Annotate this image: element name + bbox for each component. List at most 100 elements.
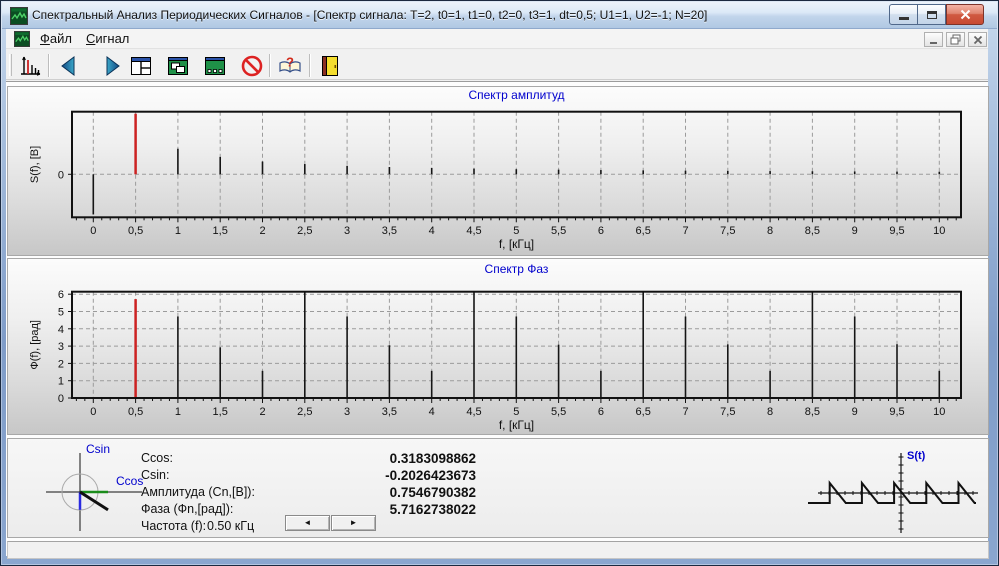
mdi-minimize-button[interactable]: [924, 32, 943, 47]
x-tick-label: 8,5: [805, 225, 820, 237]
x-tick-label: 10: [933, 225, 945, 237]
ccos-label: Ccos:: [141, 451, 173, 465]
y-tick-label: 4: [58, 324, 64, 336]
arrange-icons-button[interactable]: [202, 53, 227, 78]
ccos-value: 0.3183098862: [389, 451, 476, 466]
arrange-icons-icon: [204, 56, 225, 75]
x-tick-label: 3,5: [382, 406, 397, 418]
amplitude-value: 0.7546790382: [389, 485, 476, 500]
help-button[interactable]: ?: [277, 53, 302, 78]
next-harmonic-button[interactable]: [99, 53, 124, 78]
x-tick-label: 7,5: [720, 406, 735, 418]
x-tick-label: 1,5: [213, 406, 228, 418]
spectrum-chart-icon: [20, 56, 40, 76]
x-tick-label: 6: [598, 406, 604, 418]
maximize-button[interactable]: [918, 4, 946, 25]
tile-windows-icon: [130, 56, 151, 75]
x-axis-label: f, [кГц]: [499, 418, 534, 432]
toolbar-separator: [309, 54, 311, 77]
toolbar-separator: [269, 54, 271, 77]
signal-label: S(t): [907, 450, 926, 462]
window-client-area: Файл Сигнал ? 0 0,5 1 1,5 2 2,5 3 3,5 4 …: [6, 29, 989, 559]
x-tick-label: 0: [90, 406, 96, 418]
x-tick-label: 1,5: [213, 225, 228, 237]
vector-diagram: Csin Ccos: [46, 443, 143, 531]
y-tick-label: 5: [58, 307, 64, 319]
maximize-icon: [926, 10, 937, 19]
prev-harmonic-button[interactable]: [56, 53, 81, 78]
prev-arrow-icon: [60, 55, 74, 76]
svg-text:?: ?: [286, 54, 294, 69]
x-tick-label: 8,5: [805, 406, 820, 418]
exit-button[interactable]: [317, 53, 342, 78]
x-tick-label: 4,5: [466, 225, 481, 237]
stop-icon: [241, 55, 262, 76]
x-tick-label: 9: [852, 406, 858, 418]
tile-windows-button[interactable]: [128, 53, 153, 78]
menu-signal[interactable]: Сигнал: [80, 29, 135, 49]
close-button[interactable]: [946, 4, 984, 25]
x-tick-label: 8: [767, 406, 773, 418]
spectrum-chart-button[interactable]: [18, 53, 43, 78]
toolbar: ?: [6, 50, 988, 80]
x-tick-label: 9: [852, 225, 858, 237]
x-tick-label: 9,5: [889, 406, 904, 418]
prev-frequency-button[interactable]: ◄: [285, 515, 330, 531]
help-book-icon: ?: [278, 54, 301, 73]
y-tick-label: 0: [58, 393, 64, 405]
exit-door-icon: [321, 55, 338, 76]
csin-axis-label: Csin: [86, 443, 110, 456]
x-tick-label: 2,5: [297, 406, 312, 418]
x-tick-label: 2: [259, 225, 265, 237]
x-tick-label: 6,5: [636, 225, 651, 237]
x-tick-label: 4: [429, 225, 435, 237]
x-tick-label: 5: [513, 225, 519, 237]
mdi-document-icon: [14, 31, 30, 47]
mdi-restore-icon: [950, 34, 961, 45]
mdi-close-button[interactable]: [968, 32, 987, 47]
titlebar[interactable]: Спектральный Анализ Периодических Сигнал…: [2, 2, 997, 29]
x-tick-label: 5,5: [551, 406, 566, 418]
minimize-icon: [898, 17, 909, 20]
cascade-windows-button[interactable]: [165, 53, 190, 78]
ccos-axis-label: Ccos: [116, 474, 143, 488]
next-frequency-button[interactable]: ►: [331, 515, 376, 531]
x-tick-label: 2: [259, 406, 265, 418]
x-tick-label: 3: [344, 225, 350, 237]
menu-file[interactable]: Файл: [34, 29, 78, 49]
toolbar-grip[interactable]: [9, 54, 12, 76]
x-axis-label: f, [кГц]: [499, 237, 534, 251]
x-tick-label: 5,5: [551, 225, 566, 237]
x-tick-label: 3: [344, 406, 350, 418]
status-bar: [7, 541, 989, 559]
x-tick-label: 9,5: [889, 225, 904, 237]
x-tick-label: 8: [767, 225, 773, 237]
x-tick-label: 10: [933, 406, 945, 418]
cascade-windows-icon: [167, 56, 188, 75]
amplitude-spectrum-chart: 0 0,5 1 1,5 2 2,5 3 3,5 4 4,5 5 5,5 6 6,5 7 7,5 8 8,5 9 9,5…: [29, 88, 962, 251]
x-tick-label: 1: [175, 406, 181, 418]
x-tick-label: 0,5: [128, 225, 143, 237]
window-title: Спектральный Анализ Периодических Сигнал…: [32, 8, 708, 22]
x-tick-label: 3,5: [382, 225, 397, 237]
y-tick-label: 2: [58, 358, 64, 370]
mdi-minimize-icon: [929, 41, 937, 44]
amplitude-label: Амплитуда (Cn,[B]):: [141, 485, 255, 499]
chart-title: Спектр амплитуд: [468, 88, 564, 102]
frequency-value: 0.50 кГц: [207, 519, 255, 533]
x-tick-label: 0: [90, 225, 96, 237]
x-tick-label: 4: [429, 406, 435, 418]
chart-title: Спектр Фаз: [485, 262, 549, 276]
x-tick-label: 4,5: [466, 406, 481, 418]
minimize-button[interactable]: [889, 4, 918, 25]
y-tick-label: 0: [58, 169, 64, 181]
mdi-restore-button[interactable]: [946, 32, 965, 47]
stop-button[interactable]: [239, 53, 264, 78]
y-axis-label: S(f), [B]: [29, 146, 41, 183]
y-axis-label: Ф(f), [рад]: [29, 320, 41, 370]
y-tick-label: 6: [58, 289, 64, 301]
mdi-close-icon: [973, 35, 982, 44]
close-icon: [960, 9, 970, 20]
menubar: Файл Сигнал: [6, 29, 988, 49]
x-tick-label: 1: [175, 225, 181, 237]
